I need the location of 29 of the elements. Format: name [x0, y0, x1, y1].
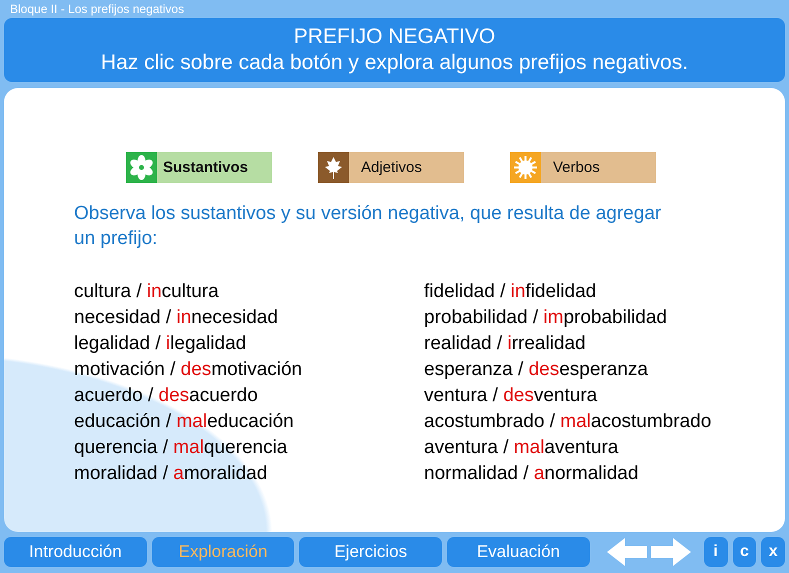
forward-arrow-icon[interactable]: [650, 537, 691, 567]
header-title: PREFIJO NEGATIVO: [294, 24, 496, 50]
nav-tab[interactable]: Ejercicios: [299, 537, 442, 567]
word-pair: cultura / incultura: [74, 280, 220, 304]
word-pair: educación / maleducación: [74, 410, 295, 434]
instruction-text: Observa los sustantivos y su versión negativa, que resulta de agregar un prefijo:: [74, 202, 662, 251]
nav-tab[interactable]: Introducción: [4, 537, 147, 567]
word-pair: realidad / irrealidad: [424, 332, 587, 356]
word-pair: fidelidad / infidelidad: [424, 280, 598, 304]
word-pair: esperanza / desesperanza: [424, 358, 649, 382]
word-pair: ventura / desventura: [424, 384, 598, 408]
word-pair: probabilidad / improbabilidad: [424, 306, 668, 330]
nav-tab[interactable]: Evaluación: [447, 537, 590, 567]
word-pair: acostumbrado / malacostumbrado: [424, 410, 712, 434]
tool-button[interactable]: i: [704, 537, 728, 567]
word-pair: legalidad / ilegalidad: [74, 332, 248, 356]
back-arrow-icon[interactable]: [606, 537, 647, 567]
word-pair: aventura / malaventura: [424, 436, 620, 460]
nav-tab[interactable]: Exploración: [152, 537, 294, 567]
tool-button[interactable]: x: [761, 537, 786, 567]
word-pair: acuerdo / desacuerdo: [74, 384, 259, 408]
word-pair: normalidad / anormalidad: [424, 462, 640, 486]
tool-button[interactable]: c: [732, 537, 756, 567]
header-subtitle: Haz clic sobre cada botón y explora algunos prefijos negativos.: [100, 50, 688, 76]
word-pair: motivación / desmotivación: [74, 358, 304, 382]
word-pair: necesidad / innecesidad: [74, 306, 279, 330]
word-pair: moralidad / amoralidad: [74, 462, 268, 486]
word-pair: querencia / malquerencia: [74, 436, 288, 460]
window-title: Bloque II - Los prefijos negativos: [9, 2, 184, 16]
